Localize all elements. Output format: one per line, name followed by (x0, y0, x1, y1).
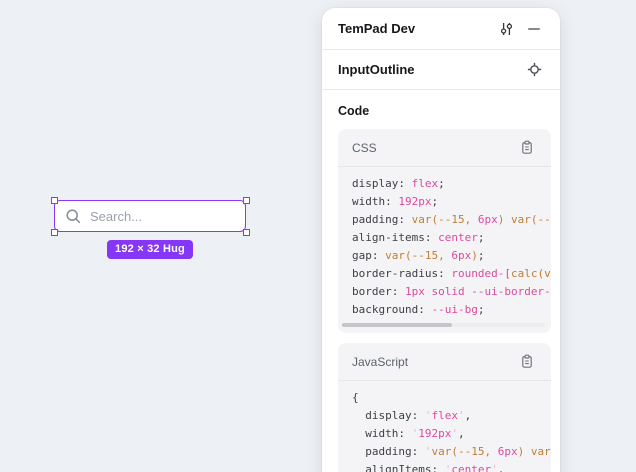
size-badge: 192 × 32 Hug (54, 240, 246, 259)
selected-node-row: InputOutline (322, 50, 560, 90)
magnifier-search-icon (65, 208, 82, 225)
panel-title: TemPad Dev (338, 21, 496, 36)
selection-handle-top-right[interactable] (243, 197, 250, 204)
javascript-block-label: JavaScript (352, 355, 517, 369)
scrollbar-thumb[interactable] (342, 323, 452, 327)
selection-handle-top-left[interactable] (51, 197, 58, 204)
javascript-block-header: JavaScript (338, 343, 551, 381)
css-block-header: CSS (338, 129, 551, 167)
css-code-block: CSS display: flex;width: 192px;padding: … (338, 129, 551, 333)
javascript-code-block: JavaScript { display: 'flex', width: '19… (338, 343, 551, 472)
horizontal-scrollbar[interactable] (342, 323, 545, 327)
minimize-icon[interactable] (524, 19, 544, 39)
search-input-component[interactable]: Search... (54, 200, 246, 232)
selection-handle-bottom-left[interactable] (51, 229, 58, 236)
selected-node-name: InputOutline (338, 62, 524, 77)
clipboard-copy-icon[interactable] (517, 138, 537, 158)
tempad-dev-plugin-panel: TemPad Dev InputOutline Code (322, 8, 560, 472)
css-block-label: CSS (352, 141, 517, 155)
crosshair-locate-icon[interactable] (524, 60, 544, 80)
sliders-icon[interactable] (496, 19, 516, 39)
clipboard-copy-icon[interactable] (517, 352, 537, 372)
code-section-label: Code (322, 90, 560, 129)
selection-handle-bottom-right[interactable] (243, 229, 250, 236)
panel-header: TemPad Dev (322, 8, 560, 50)
css-code-lines[interactable]: display: flex;width: 192px;padding: var(… (338, 167, 551, 319)
search-placeholder-text: Search... (90, 209, 142, 224)
javascript-code-lines[interactable]: { display: 'flex', width: '192px', paddi… (338, 381, 551, 472)
